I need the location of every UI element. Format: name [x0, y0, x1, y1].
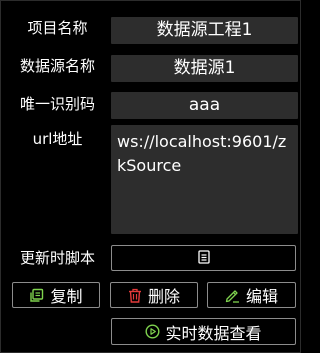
delete-button-label: 删除	[147, 287, 180, 306]
datasource-name-field[interactable]: 数据源1	[111, 55, 298, 82]
project-name-field[interactable]: 数据源工程1	[111, 17, 298, 44]
script-label: 更新时脚本	[19, 249, 95, 267]
project-name-label: 项目名称	[27, 19, 88, 37]
unique-id-field[interactable]: aaa	[111, 92, 298, 119]
copy-button[interactable]: 复制	[12, 282, 100, 308]
realtime-data-button-label: 实时数据查看	[165, 323, 262, 343]
url-textarea[interactable]: ws://localhost:9601/zkSource	[111, 125, 298, 234]
edit-button-label: 编辑	[245, 287, 278, 306]
edit-button[interactable]: 编辑	[207, 282, 296, 308]
realtime-data-button[interactable]: 实时数据查看	[111, 318, 296, 345]
delete-button[interactable]: 删除	[110, 282, 198, 308]
copy-button-label: 复制	[50, 287, 83, 306]
datasource-panel: 项目名称 数据源工程1 数据源名称 数据源1 唯一识别码 aaa url地址 w…	[0, 0, 301, 353]
copy-icon	[29, 288, 44, 303]
pencil-icon	[225, 288, 240, 303]
unique-id-label: 唯一识别码	[19, 95, 95, 113]
document-icon	[197, 249, 210, 268]
datasource-name-label: 数据源名称	[19, 57, 95, 75]
play-circle-icon	[145, 324, 160, 339]
trash-icon	[128, 288, 142, 303]
url-label: url地址	[32, 130, 83, 148]
script-button[interactable]	[111, 245, 296, 271]
